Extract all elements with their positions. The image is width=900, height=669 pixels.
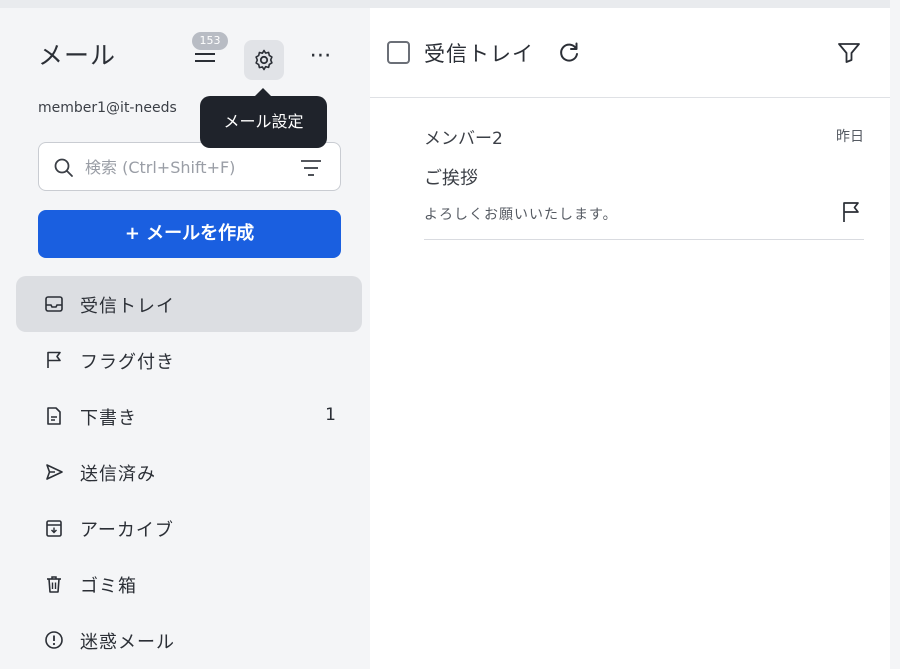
search-filter-icon[interactable]: [299, 157, 323, 179]
sidebar-item-label: 迷惑メール: [80, 632, 175, 653]
draft-count: 1: [325, 405, 336, 425]
app-title: メール: [38, 41, 117, 70]
flag-icon: [47, 351, 61, 368]
flag-icon[interactable]: [840, 200, 862, 224]
search-icon: [54, 158, 73, 177]
spam-alert-icon: [45, 631, 63, 649]
search-input[interactable]: [85, 155, 285, 179]
gear-icon: [255, 49, 273, 71]
sort-icon: [195, 53, 215, 62]
mail-list-pane: 受信トレイ メンバー2 昨日 ご挨拶 よろしくお願いいたします。: [370, 8, 890, 669]
folder-nav: 受信トレイ フラグ付き 下書き 1 送信済み アーカイブ ゴミ箱 迷惑メール: [16, 276, 362, 668]
mail-sidebar: メール 153 ⋯ member1@it-needs メール設定 + メールを作…: [0, 8, 370, 669]
sidebar-item-inbox[interactable]: 受信トレイ: [16, 276, 362, 332]
mail-preview: よろしくお願いいたします。: [424, 207, 618, 223]
sidebar-item-label: 送信済み: [80, 464, 156, 485]
more-options-button[interactable]: ⋯: [304, 44, 338, 74]
sidebar-item-label: 下書き: [80, 408, 137, 429]
window-right-edge: [890, 0, 900, 669]
folder-title: 受信トレイ: [424, 42, 534, 66]
window-top-edge: [0, 0, 900, 8]
sidebar-item-label: フラグ付き: [80, 352, 175, 373]
send-icon: [46, 464, 63, 480]
mail-date: 昨日: [836, 129, 864, 145]
count-badge: 153: [192, 32, 228, 50]
more-icon: ⋯: [309, 43, 333, 68]
sidebar-item-spam[interactable]: 迷惑メール: [16, 612, 362, 668]
search-box: [38, 142, 341, 191]
account-email: member1@it-needs: [38, 100, 177, 116]
inbox-icon: [45, 296, 63, 312]
sidebar-item-label: ゴミ箱: [80, 576, 137, 597]
select-all-checkbox[interactable]: [387, 41, 410, 64]
sidebar-item-label: アーカイブ: [80, 520, 174, 541]
mail-list-item[interactable]: メンバー2 昨日 ご挨拶 よろしくお願いいたします。: [424, 116, 864, 240]
compose-mail-button[interactable]: + メールを作成: [38, 210, 341, 258]
sidebar-item-flagged[interactable]: フラグ付き: [16, 332, 362, 388]
sidebar-item-trash[interactable]: ゴミ箱: [16, 556, 362, 612]
mail-list-header: 受信トレイ: [370, 8, 890, 98]
sidebar-item-archive[interactable]: アーカイブ: [16, 500, 362, 556]
sidebar-item-label: 受信トレイ: [80, 296, 175, 317]
sidebar-item-drafts[interactable]: 下書き 1: [16, 388, 362, 444]
mail-subject: ご挨拶: [424, 168, 478, 189]
settings-tooltip: メール設定: [200, 88, 327, 148]
filter-icon[interactable]: [836, 40, 862, 66]
draft-document-icon: [47, 407, 61, 425]
trash-icon: [47, 576, 61, 593]
refresh-icon[interactable]: [556, 40, 582, 66]
mail-settings-button[interactable]: [244, 40, 284, 80]
sidebar-item-sent[interactable]: 送信済み: [16, 444, 362, 500]
mail-sender: メンバー2: [424, 129, 503, 149]
archive-icon: [46, 520, 62, 537]
